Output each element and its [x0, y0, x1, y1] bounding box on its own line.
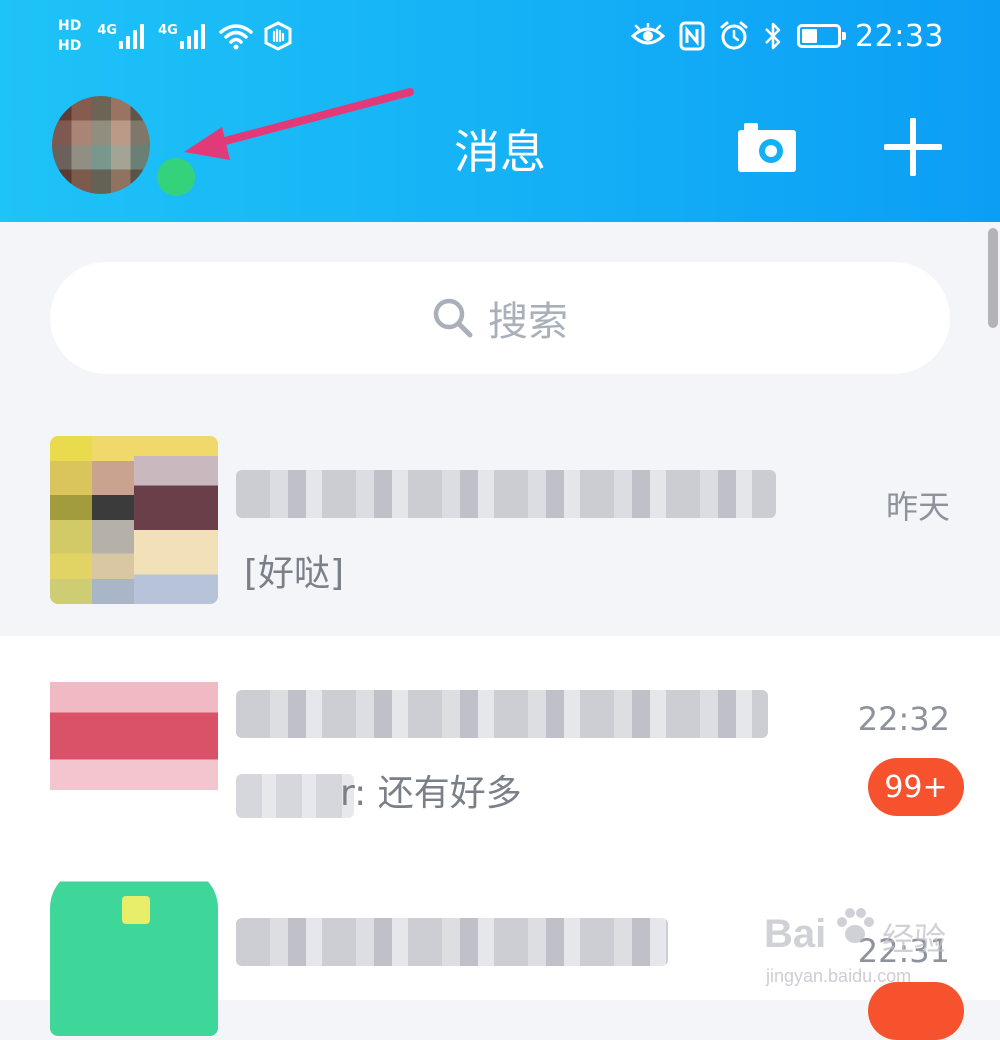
conversation-name-blurred	[236, 918, 668, 966]
camera-icon[interactable]	[738, 120, 796, 172]
top-header: HD HD 4G 4G 22:33 消息	[0, 0, 1000, 222]
search-placeholder: 搜索	[488, 299, 568, 345]
page-title: 消息	[454, 125, 546, 179]
conversation-row[interactable]: [好哒] 昨天	[0, 420, 1000, 636]
watermark-url: jingyan.baidu.com	[766, 966, 912, 986]
conversation-time: 昨天	[885, 488, 950, 526]
watermark-text: 经验	[882, 920, 947, 958]
paw-icon	[837, 908, 874, 943]
annotation-arrow-icon	[184, 88, 414, 160]
conversation-avatar	[50, 652, 218, 820]
baidu-watermark: Bai 经验 jingyan.baidu.com	[764, 892, 974, 996]
conversation-preview: r: 还有好多	[340, 773, 522, 814]
conversation-time: 22:32	[857, 700, 950, 738]
conversation-avatar	[50, 436, 218, 604]
search-icon	[433, 298, 473, 338]
watermark-logo: Bai	[764, 912, 827, 956]
conversation-preview: [好哒]	[244, 553, 345, 594]
scrollbar[interactable]	[986, 228, 1000, 328]
plus-icon[interactable]	[884, 118, 942, 176]
conversation-name-blurred	[236, 690, 768, 738]
conversation-name-blurred	[236, 470, 776, 518]
search-input[interactable]: 搜索	[50, 262, 950, 374]
unread-badge: 99+	[868, 758, 964, 816]
conversation-row[interactable]: r: 还有好多 22:32 99+	[0, 636, 1000, 852]
sender-name-blurred	[236, 774, 354, 818]
conversation-avatar	[50, 868, 218, 1036]
